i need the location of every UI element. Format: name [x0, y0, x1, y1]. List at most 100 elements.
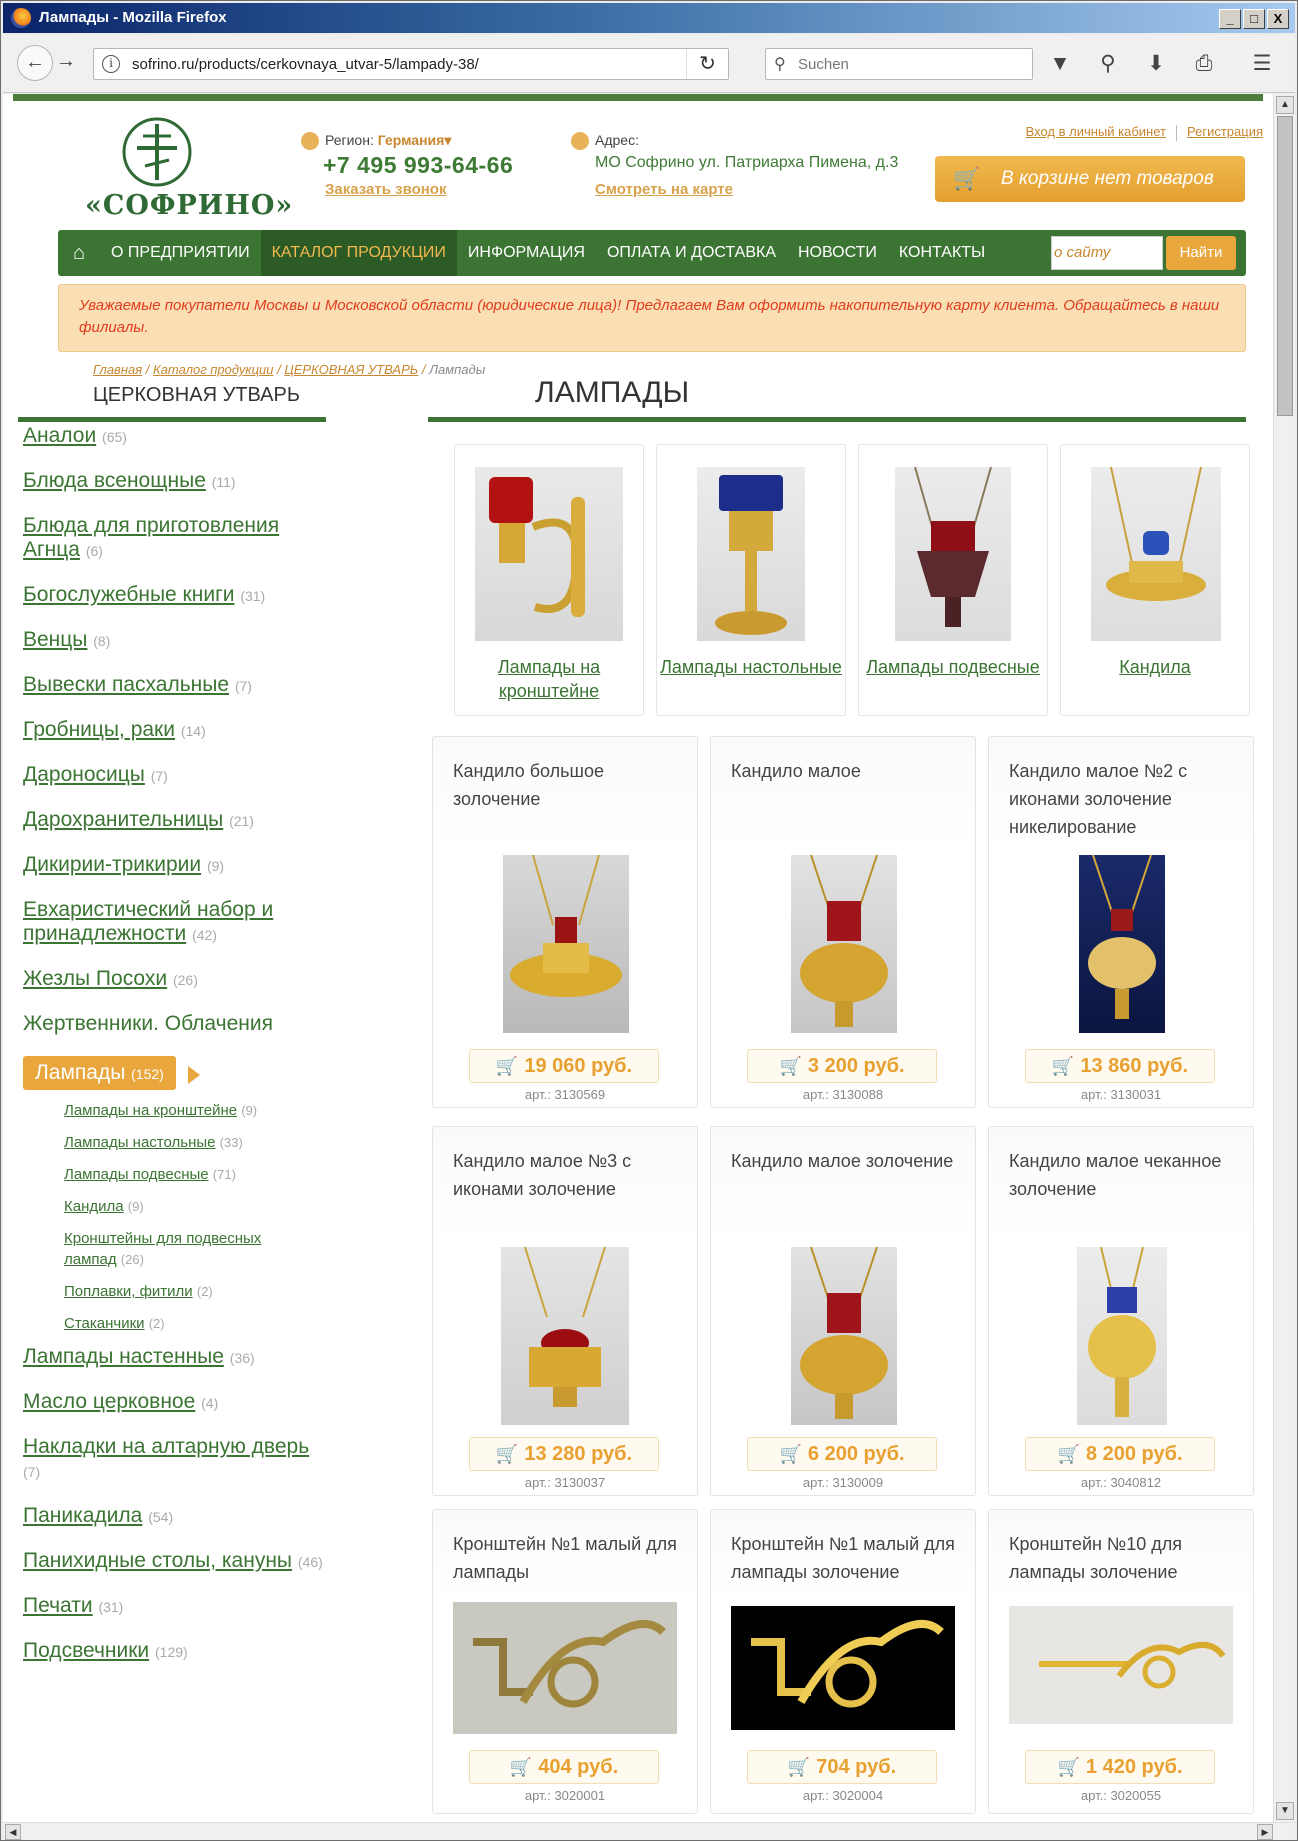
category-item[interactable]: Евхаристический набор и принадлежности (… — [23, 898, 323, 947]
category-item[interactable]: Дарохранительницы (21) — [23, 808, 323, 833]
category-item[interactable]: Печати (31) — [23, 1594, 323, 1619]
scroll-up-icon[interactable]: ▲ — [1276, 96, 1294, 114]
callback-link[interactable]: Заказать звонок — [325, 181, 446, 198]
home-icon[interactable]: ⌂ — [58, 230, 100, 276]
product-image[interactable] — [697, 467, 805, 641]
product-card[interactable]: Кандило малое чеканное золочение 🛒 8 200 … — [988, 1126, 1254, 1496]
category-item[interactable]: Дароносицы (7) — [23, 763, 323, 788]
category-item[interactable]: Лампады настенные (36) — [23, 1345, 323, 1370]
product-image[interactable] — [791, 855, 897, 1033]
category-item[interactable]: Блюда для приготовления Агнца (6) — [23, 514, 323, 563]
subcategory-label[interactable]: Лампады подвесные — [859, 655, 1047, 679]
product-image[interactable] — [895, 467, 1011, 641]
product-image[interactable] — [453, 1602, 677, 1734]
scroll-thumb[interactable] — [1277, 116, 1293, 416]
breadcrumb-home[interactable]: Главная — [93, 362, 142, 377]
login-link[interactable]: Вход в личный кабинет — [1026, 124, 1166, 139]
price-button[interactable]: 🛒 404 руб. — [469, 1750, 659, 1784]
download-icon[interactable]: ⬇ — [1141, 49, 1171, 79]
product-card[interactable]: Кронштейн №10 для лампады золочение 🛒 1 4… — [988, 1509, 1254, 1814]
register-link[interactable]: Регистрация — [1187, 124, 1263, 139]
region-value[interactable]: Германия — [378, 132, 445, 148]
product-image[interactable] — [501, 1247, 629, 1425]
category-item[interactable]: Аналои (65) — [23, 424, 323, 449]
category-item[interactable]: Богослужебные книги (31) — [23, 583, 323, 608]
product-name[interactable]: Кандило большое золочение — [453, 757, 679, 813]
category-item[interactable]: Гробницы, раки (14) — [23, 718, 323, 743]
reload-icon[interactable]: ↻ — [686, 49, 728, 79]
subcategory-label[interactable]: Лампады на кронштейне — [455, 655, 643, 703]
price-button[interactable]: 🛒 13 860 руб. — [1025, 1049, 1215, 1083]
price-button[interactable]: 🛒 704 руб. — [747, 1750, 937, 1784]
nav-item-info[interactable]: ИНФОРМАЦИЯ — [457, 230, 596, 276]
scroll-down-icon[interactable]: ▼ — [1276, 1802, 1294, 1820]
product-card[interactable]: Кронштейн №1 малый для лампады 🛒 404 руб.… — [432, 1509, 698, 1814]
product-image[interactable] — [731, 1606, 955, 1730]
site-search-input[interactable]: о сайту — [1051, 236, 1163, 270]
horizontal-scrollbar[interactable]: ◀ ▶ — [3, 1822, 1295, 1840]
category-item[interactable]: Жезлы Посохи (26) — [23, 967, 323, 992]
price-button[interactable]: 🛒 1 420 руб. — [1025, 1750, 1215, 1784]
info-icon[interactable]: i — [102, 55, 120, 73]
product-image[interactable] — [503, 855, 629, 1033]
pocket-icon[interactable]: ▼ — [1045, 49, 1075, 79]
url-bar[interactable]: i sofrino.ru/products/cerkovnaya_utvar-5… — [93, 48, 729, 80]
product-name[interactable]: Кандило малое золочение — [731, 1147, 957, 1175]
product-name[interactable]: Кандило малое №2 с иконами золочение ник… — [1009, 757, 1235, 841]
subcategory-item[interactable]: Лампады на кронштейне (9) — [64, 1100, 323, 1121]
subcategory-item[interactable]: Поплавки, фитили (2) — [64, 1281, 323, 1302]
subcategory-tile[interactable]: Лампады подвесные — [858, 444, 1048, 716]
category-item[interactable]: Накладки на алтарную дверь (7) — [23, 1435, 323, 1484]
product-card[interactable]: Кандило большое золочение 🛒 19 060 руб. а… — [432, 736, 698, 1108]
product-name[interactable]: Кандило малое чеканное золочение — [1009, 1147, 1235, 1203]
category-item[interactable]: Масло церковное (4) — [23, 1390, 323, 1415]
product-image[interactable] — [475, 467, 623, 641]
scroll-right-icon[interactable]: ▶ — [1257, 1824, 1273, 1840]
nav-item-catalog[interactable]: КАТАЛОГ ПРОДУКЦИИ — [260, 230, 457, 276]
maximize-button[interactable]: □ — [1243, 9, 1265, 29]
logo-text[interactable]: «СОФРИНО» — [85, 190, 293, 221]
search-icon[interactable]: ⚲ — [1093, 49, 1123, 79]
subcategory-label[interactable]: Кандила — [1061, 655, 1249, 679]
product-image[interactable] — [1009, 1606, 1233, 1724]
product-image[interactable] — [791, 1247, 897, 1425]
subcategory-item[interactable]: Лампады подвесные (71) — [64, 1164, 323, 1185]
category-item[interactable]: Панихидные столы, кануны (46) — [23, 1549, 323, 1574]
subcategory-item[interactable]: Кандила (9) — [64, 1196, 323, 1217]
product-card[interactable]: Кандило малое золочение 🛒 6 200 руб. арт.… — [710, 1126, 976, 1496]
hamburger-icon[interactable]: ☰ — [1247, 49, 1277, 79]
subcategory-item[interactable]: Стаканчики (2) — [64, 1313, 323, 1334]
nav-item-payment[interactable]: ОПЛАТА И ДОСТАВКА — [596, 230, 787, 276]
product-name[interactable]: Кандило малое №3 с иконами золочение — [453, 1147, 679, 1203]
region-label[interactable]: Регион: Германия▾ — [325, 132, 451, 149]
category-item-active[interactable]: Лампады (152) — [23, 1056, 200, 1090]
category-item[interactable]: Паникадила (54) — [23, 1504, 323, 1529]
subcategory-tile[interactable]: Лампады настольные — [656, 444, 846, 716]
product-card[interactable]: Кандило малое 🛒 3 200 руб. арт.: 3130088 — [710, 736, 976, 1108]
category-item[interactable]: Дикирии-трикирии (9) — [23, 853, 323, 878]
category-item[interactable]: Блюда всенощные (11) — [23, 469, 323, 494]
cart-button[interactable]: 🛒 В корзине нет товаров — [935, 156, 1245, 202]
subcategory-item[interactable]: Кронштейны для подвесных лампад (26) — [64, 1228, 304, 1270]
nav-item-about[interactable]: О ПРЕДПРИЯТИИ — [100, 230, 261, 276]
category-item[interactable]: Венцы (8) — [23, 628, 323, 653]
minimize-button[interactable]: _ — [1219, 9, 1241, 29]
price-button[interactable]: 🛒 13 280 руб. — [469, 1437, 659, 1471]
product-name[interactable]: Кронштейн №10 для лампады золочение — [1009, 1530, 1235, 1586]
site-search-button[interactable]: Найти — [1166, 236, 1236, 270]
product-card[interactable]: Кронштейн №1 малый для лампады золочение… — [710, 1509, 976, 1814]
product-image[interactable] — [1091, 467, 1221, 641]
product-name[interactable]: Кандило малое — [731, 757, 957, 785]
close-button[interactable]: X — [1267, 9, 1289, 29]
arrow-left-icon[interactable]: ← — [17, 45, 53, 81]
print-icon[interactable]: ⎙ — [1189, 49, 1219, 79]
price-button[interactable]: 🛒 3 200 руб. — [747, 1049, 937, 1083]
subcategory-tile[interactable]: Лампады на кронштейне — [454, 444, 644, 716]
product-name[interactable]: Кронштейн №1 малый для лампады — [453, 1530, 679, 1586]
breadcrumb-catalog[interactable]: Каталог продукции — [153, 362, 273, 377]
breadcrumb-utvar[interactable]: ЦЕРКОВНАЯ УТВАРЬ — [284, 362, 418, 377]
price-button[interactable]: 🛒 8 200 руб. — [1025, 1437, 1215, 1471]
nav-item-contacts[interactable]: КОНТАКТЫ — [888, 230, 996, 276]
arrow-right-icon[interactable]: → — [51, 45, 81, 81]
product-card[interactable]: Кандило малое №3 с иконами золочение 🛒 13… — [432, 1126, 698, 1496]
